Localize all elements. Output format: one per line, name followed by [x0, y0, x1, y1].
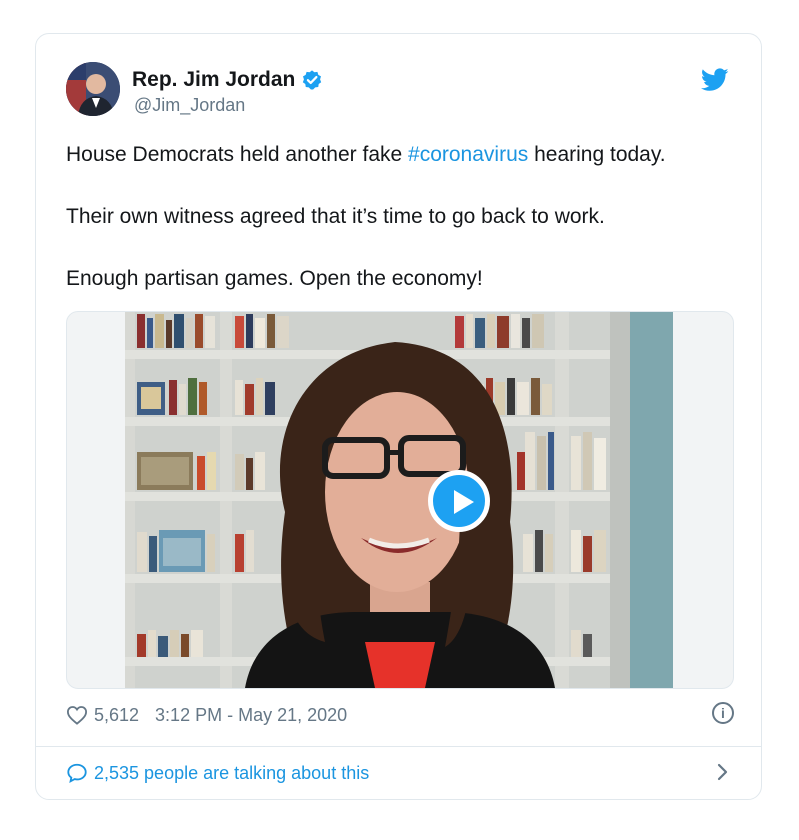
video-media[interactable]: [66, 311, 734, 689]
tweet-card: Rep. Jim Jordan @Jim_Jordan House Democr…: [35, 33, 762, 800]
conversation-label[interactable]: 2,535 people are talking about this: [94, 763, 369, 784]
conversation-link[interactable]: 2,535 people are talking about this: [66, 759, 734, 787]
chevron-right-icon[interactable]: [716, 761, 730, 783]
play-icon[interactable]: [428, 470, 490, 532]
author-name[interactable]: Rep. Jim Jordan: [132, 68, 323, 92]
tweet-line: Enough partisan games. Open the economy!: [66, 267, 483, 290]
divider: [36, 746, 761, 747]
tweet-footer: 5,612 3:12 PM - May 21, 2020 i: [66, 702, 734, 728]
info-glyph: i: [721, 705, 725, 721]
heart-icon[interactable]: [66, 705, 88, 725]
info-icon[interactable]: i: [712, 702, 734, 724]
author-handle[interactable]: @Jim_Jordan: [134, 95, 245, 116]
tweet-text: House Democrats held another fake #coron…: [66, 140, 746, 326]
tweet-timestamp[interactable]: 3:12 PM - May 21, 2020: [155, 705, 347, 726]
tweet-text-segment: House Democrats held another fake: [66, 143, 409, 166]
like-count[interactable]: 5,612: [94, 705, 139, 726]
hashtag-link[interactable]: #coronavirus: [408, 143, 528, 166]
avatar-image: [66, 62, 120, 116]
author-name-text[interactable]: Rep. Jim Jordan: [132, 68, 295, 92]
verified-badge-icon: [303, 70, 322, 90]
speech-bubble-icon: [67, 763, 87, 783]
avatar[interactable]: [66, 62, 120, 116]
video-frame-image: [125, 312, 673, 688]
tweet-text-segment: hearing today.: [528, 143, 666, 166]
video-thumbnail[interactable]: [125, 312, 673, 688]
tweet-line: Their own witness agreed that it’s time …: [66, 205, 605, 228]
twitter-bird-icon[interactable]: [701, 68, 729, 92]
tweet-line: House Democrats held another fake #coron…: [66, 140, 746, 170]
